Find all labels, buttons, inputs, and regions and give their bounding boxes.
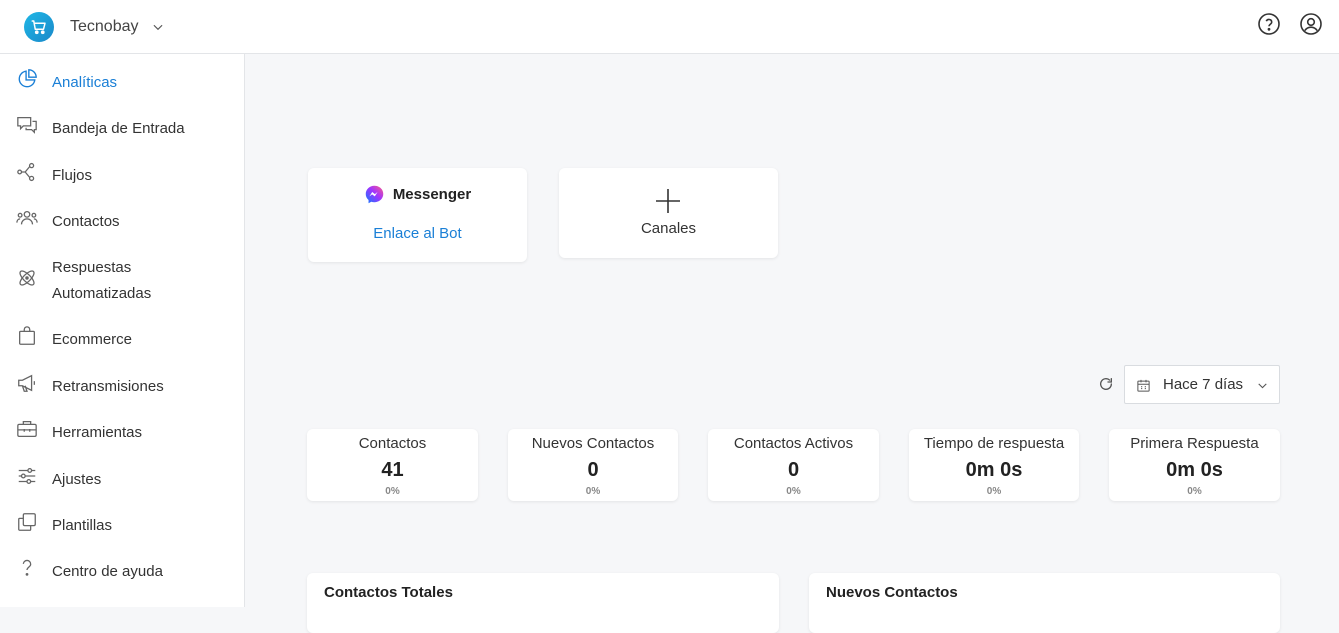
shopping-bag-icon <box>16 325 38 347</box>
new-contacts-chart-card: Nuevos Contactos <box>809 573 1280 633</box>
sidebar-item-ecommerce[interactable]: Ecommerce <box>0 325 244 353</box>
stat-label: Contactos Activos <box>733 435 854 452</box>
chevron-down-icon <box>1256 379 1269 392</box>
sidebar: Analíticas Bandeja de Entrada Flujos Con… <box>0 54 245 607</box>
add-channel-card[interactable]: Canales <box>559 168 778 258</box>
messenger-channel-card[interactable]: Messenger Enlace al Bot <box>308 168 527 262</box>
toolbox-icon <box>16 418 38 440</box>
sidebar-item-label: Retransmisiones <box>52 378 164 395</box>
stat-card-contactos: Contactos 41 0% <box>307 429 478 501</box>
sidebar-item-plantillas[interactable]: Plantillas <box>0 511 244 539</box>
sliders-icon <box>16 465 38 487</box>
sidebar-item-label: Contactos <box>52 213 120 230</box>
stat-card-primera-respuesta: Primera Respuesta 0m 0s 0% <box>1109 429 1280 501</box>
sidebar-item-analiticas[interactable]: Analíticas <box>0 68 244 96</box>
chevron-down-icon <box>151 20 165 34</box>
sidebar-item-bandeja[interactable]: Bandeja de Entrada <box>0 114 244 142</box>
date-range-value: Hace 7 días <box>1163 376 1244 393</box>
stat-value: 0m 0s <box>1166 459 1223 481</box>
stat-value: 0 <box>587 459 599 481</box>
stat-change: 0% <box>1187 486 1202 497</box>
calendar-icon <box>1136 378 1151 393</box>
sidebar-item-label: Ecommerce <box>52 331 133 348</box>
stat-change: 0% <box>385 486 400 497</box>
megaphone-icon <box>16 372 38 394</box>
sidebar-item-label: Plantillas <box>52 517 113 534</box>
sidebar-item-label: Bandeja de Entrada <box>52 120 185 137</box>
stat-change: 0% <box>786 486 801 497</box>
sidebar-item-label: Herramientas <box>52 424 143 441</box>
stat-value: 0m 0s <box>965 459 1023 481</box>
atom-icon <box>16 267 38 289</box>
sidebar-item-label: Ajustes <box>52 471 102 488</box>
sidebar-item-ajustes[interactable]: Ajustes <box>0 465 244 493</box>
sidebar-item-herramientas[interactable]: Herramientas <box>0 418 244 446</box>
chart-title: Nuevos Contactos <box>826 584 958 601</box>
flows-icon <box>16 161 38 183</box>
stat-label: Primera Respuesta <box>1130 435 1259 452</box>
sidebar-item-label: Respuestas <box>52 259 132 276</box>
help-circle-icon[interactable] <box>1257 12 1281 36</box>
stat-card-nuevos-contactos: Nuevos Contactos 0 0% <box>508 429 678 501</box>
sidebar-item-flujos[interactable]: Flujos <box>0 161 244 189</box>
sidebar-item-retransmisiones[interactable]: Retransmisiones <box>0 372 244 400</box>
workspace-switcher[interactable]: Tecnobay <box>24 11 165 42</box>
people-icon <box>16 207 38 229</box>
messenger-title: Messenger <box>392 186 472 203</box>
refresh-icon[interactable] <box>1098 376 1114 392</box>
sidebar-item-label: Centro de ayuda <box>52 563 163 580</box>
stat-label: Tiempo de respuesta <box>923 435 1065 452</box>
brand-logo <box>24 11 54 42</box>
workspace-name: Tecnobay <box>70 17 139 35</box>
stat-change: 0% <box>585 486 601 497</box>
shopping-cart-icon <box>31 19 46 34</box>
pie-chart-icon <box>16 68 38 90</box>
stat-card-contactos-activos: Contactos Activos 0 0% <box>708 429 879 501</box>
total-contacts-chart-card: Contactos Totales <box>307 573 779 633</box>
stat-label: Nuevos Contactos <box>531 435 655 452</box>
add-channel-label: Canales <box>640 220 697 237</box>
stat-value: 41 <box>381 459 404 481</box>
date-range-select[interactable]: Hace 7 días <box>1124 365 1280 404</box>
main-content: Messenger Enlace al Bot Canales Hace 7 d… <box>245 54 1339 633</box>
user-circle-icon[interactable] <box>1299 12 1323 36</box>
sidebar-item-label: Automatizadas <box>52 285 152 302</box>
chart-title: Contactos Totales <box>324 584 453 601</box>
stat-value: 0 <box>787 459 800 481</box>
chat-bubbles-icon <box>16 114 38 136</box>
sidebar-item-label: Flujos <box>52 167 93 184</box>
sidebar-item-respuestas[interactable]: Respuestas Automatizadas <box>0 253 244 307</box>
sidebar-item-contactos[interactable]: Contactos <box>0 207 244 235</box>
question-icon <box>16 557 38 579</box>
plus-icon <box>656 189 680 213</box>
stat-card-tiempo-respuesta: Tiempo de respuesta 0m 0s 0% <box>909 429 1079 501</box>
messenger-icon <box>365 185 384 204</box>
stat-label: Contactos <box>358 435 427 452</box>
stat-change: 0% <box>986 486 1002 497</box>
top-bar: Tecnobay <box>0 0 1339 54</box>
sidebar-item-centro-ayuda[interactable]: Centro de ayuda <box>0 557 244 585</box>
sidebar-item-label: Analíticas <box>52 74 118 91</box>
copy-icon <box>16 511 38 533</box>
bot-link[interactable]: Enlace al Bot <box>308 225 527 242</box>
